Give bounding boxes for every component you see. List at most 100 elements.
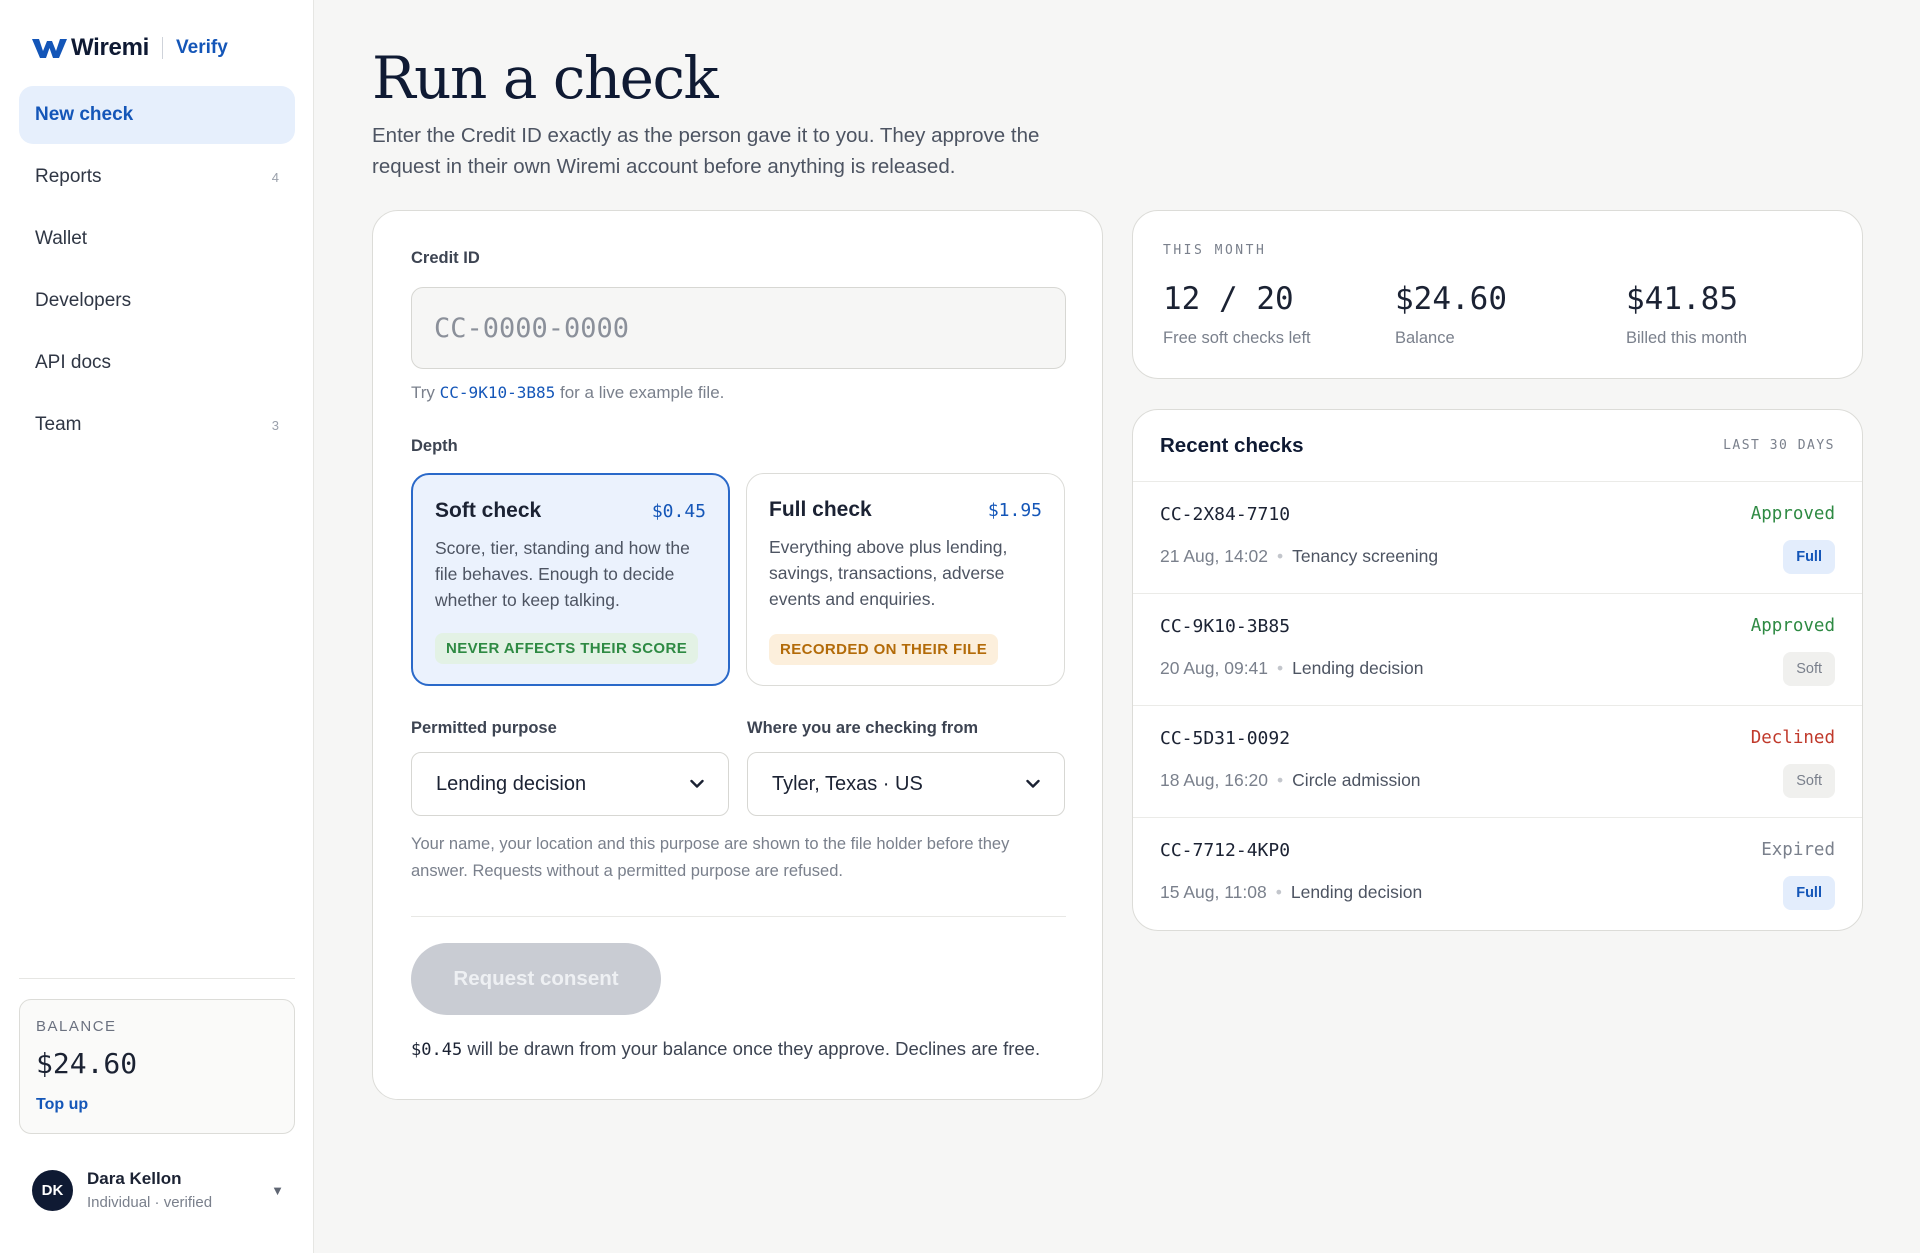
- separator-dot: •: [1277, 546, 1284, 566]
- charge-amount: $0.45: [411, 1040, 463, 1060]
- row-purpose: Lending decision: [1292, 658, 1424, 678]
- sidebar-item-team[interactable]: Team 3: [19, 396, 295, 454]
- sidebar-item-count: 3: [271, 417, 279, 433]
- brand-divider: [162, 37, 164, 59]
- sidebar-balance-card: BALANCE $24.60 Top up: [19, 999, 295, 1134]
- check-form-card: Credit ID Try CC-9K10-3B85 for a live ex…: [372, 210, 1103, 1100]
- row-meta: 18 Aug, 16:20 • Circle admission: [1160, 770, 1421, 791]
- row-time: 20 Aug, 09:41: [1160, 658, 1269, 678]
- separator-dot: •: [1277, 770, 1284, 790]
- charge-note: $0.45 will be drawn from your balance on…: [411, 1038, 1040, 1060]
- page-title: Run a check: [372, 44, 719, 112]
- user-menu[interactable]: DK Dara Kellon Individual · verified ▼: [32, 1164, 284, 1216]
- sidebar-item-label: Team: [35, 414, 82, 435]
- sidebar-item-count: 4: [271, 169, 279, 185]
- stat-balance: $24.60 Balance: [1395, 281, 1507, 348]
- depth-title: Full check: [769, 498, 872, 521]
- recent-checks-range: LAST 30 DAYS: [1723, 438, 1835, 453]
- recent-check-row[interactable]: CC-9K10-3B85 20 Aug, 09:41 • Lending decis…: [1133, 594, 1862, 706]
- stat-free-soft-checks: 12 / 20 Free soft checks left: [1163, 281, 1311, 348]
- depth-option-full[interactable]: Full check $1.95 Everything above plus l…: [746, 473, 1065, 686]
- depth-tag: NEVER AFFECTS THEIR SCORE: [435, 633, 699, 664]
- stat-caption: Billed this month: [1626, 329, 1748, 347]
- purpose-select[interactable]: Lending decision: [411, 752, 729, 816]
- top-up-link[interactable]: Top up: [36, 1096, 278, 1114]
- recent-check-row[interactable]: CC-7712-4KP0 15 Aug, 11:08 • Lending decis…: [1133, 818, 1862, 930]
- row-status: Expired: [1761, 840, 1835, 860]
- stat-value: $24.60: [1395, 281, 1507, 317]
- sidebar-item-label: New check: [35, 104, 134, 125]
- user-subtitle: Individual · verified: [87, 1194, 213, 1211]
- location-select[interactable]: Tyler, Texas · US: [747, 752, 1065, 816]
- row-credit-id: CC-5D31-0092: [1160, 728, 1291, 749]
- row-status: Declined: [1750, 728, 1835, 748]
- form-divider: [411, 916, 1066, 917]
- chevron-down-icon: [1026, 779, 1040, 788]
- recent-checks-title: Recent checks: [1160, 433, 1304, 457]
- sidebar-item-reports[interactable]: Reports 4: [19, 148, 295, 206]
- stat-billed: $41.85 Billed this month: [1626, 281, 1747, 348]
- row-credit-id: CC-7712-4KP0: [1160, 840, 1291, 861]
- recent-checks-header: Recent checks LAST 30 DAYS: [1133, 410, 1862, 482]
- sidebar-item-new-check[interactable]: New check: [19, 86, 295, 144]
- user-name: Dara Kellon: [87, 1169, 182, 1188]
- balance-label: BALANCE: [36, 1018, 117, 1035]
- chevron-down-icon: [690, 779, 704, 788]
- sidebar-item-developers[interactable]: Developers: [19, 272, 295, 330]
- depth-description: Score, tier, standing and how the file b…: [435, 538, 690, 610]
- hint-suffix: for a live example file.: [559, 383, 725, 402]
- page-description: Enter the Credit ID exactly as the perso…: [372, 124, 1040, 178]
- location-select-value: Tyler, Texas · US: [772, 772, 923, 795]
- wiremi-logo-icon: [32, 39, 67, 58]
- brand[interactable]: Wiremi Verify: [32, 34, 228, 61]
- depth-price: $1.95: [987, 499, 1042, 521]
- charge-note-text: will be drawn from your balance once the…: [467, 1038, 1041, 1059]
- stat-caption: Free soft checks left: [1163, 329, 1311, 347]
- row-meta: 15 Aug, 11:08 • Lending decision: [1160, 882, 1422, 903]
- row-purpose: Circle admission: [1292, 770, 1421, 790]
- row-type-badge: Soft: [1783, 764, 1835, 798]
- purpose-select-value: Lending decision: [436, 772, 587, 795]
- credit-id-input[interactable]: [411, 287, 1066, 369]
- sidebar-item-label: Reports: [35, 166, 102, 187]
- separator-dot: •: [1277, 658, 1284, 678]
- example-credit-id-link[interactable]: CC-9K10-3B85: [440, 383, 556, 402]
- sidebar-item-label: API docs: [35, 352, 112, 373]
- purpose-label: Permitted purpose: [411, 719, 557, 737]
- recent-check-row[interactable]: CC-2X84-7710 21 Aug, 14:02 • Tenancy scree…: [1133, 482, 1862, 594]
- row-status: Approved: [1750, 504, 1835, 524]
- depth-label: Depth: [411, 437, 458, 455]
- hint-prefix: Try: [411, 383, 435, 402]
- sidebar-item-wallet[interactable]: Wallet: [19, 210, 295, 268]
- brand-name: Wiremi: [71, 34, 150, 61]
- row-type-badge: Soft: [1783, 652, 1835, 686]
- avatar: DK: [32, 1169, 73, 1211]
- depth-price: $0.45: [651, 500, 706, 522]
- depth-title: Soft check: [435, 499, 542, 522]
- stat-value: $41.85: [1626, 281, 1738, 317]
- row-meta: 21 Aug, 14:02 • Tenancy screening: [1160, 546, 1438, 567]
- request-consent-button[interactable]: Request consent: [411, 943, 661, 1015]
- stat-value: 12 / 20: [1163, 281, 1294, 317]
- sidebar-item-label: Wallet: [35, 228, 88, 249]
- sidebar: Wiremi Verify New check Reports 4 Wallet…: [0, 0, 314, 1253]
- sidebar-item-api-docs[interactable]: API docs: [19, 334, 295, 392]
- row-purpose: Lending decision: [1290, 882, 1423, 902]
- row-credit-id: CC-9K10-3B85: [1160, 616, 1291, 637]
- depth-tag: RECORDED ON THEIR FILE: [769, 634, 999, 665]
- caret-down-icon[interactable]: ▼: [271, 1183, 284, 1198]
- balance-value: $24.60: [36, 1047, 138, 1080]
- depth-option-soft[interactable]: Soft check $0.45 Score, tier, standing a…: [411, 473, 730, 686]
- row-time: 21 Aug, 14:02: [1160, 546, 1269, 566]
- row-meta: 20 Aug, 09:41 • Lending decision: [1160, 658, 1424, 679]
- row-status: Approved: [1750, 616, 1835, 636]
- credit-id-label: Credit ID: [411, 249, 480, 267]
- row-type-badge: Full: [1783, 876, 1835, 910]
- sidebar-item-label: Developers: [35, 290, 132, 311]
- recent-check-row[interactable]: CC-5D31-0092 18 Aug, 16:20 • Circle admiss…: [1133, 706, 1862, 818]
- depth-head: Full check $1.95: [769, 498, 1042, 522]
- sidebar-divider: [19, 978, 295, 979]
- recent-checks-card: Recent checks LAST 30 DAYS CC-2X84-7710 …: [1132, 409, 1863, 931]
- row-purpose: Tenancy screening: [1292, 546, 1439, 566]
- location-label: Where you are checking from: [747, 719, 979, 737]
